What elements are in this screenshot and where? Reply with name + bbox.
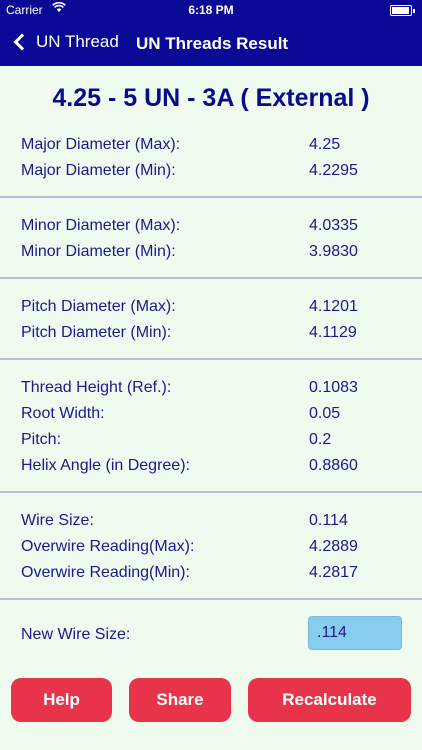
back-button-label: UN Thread [36, 32, 119, 51]
result-label: Minor Diameter (Min): [21, 243, 176, 260]
result-row-root-width: Root Width: 0.05 [21, 405, 411, 427]
result-row-major-max: Major Diameter (Max): 4.25 [21, 136, 411, 158]
thread-designation-heading: 4.25 - 5 UN - 3A ( External ) [52, 84, 370, 112]
result-label: Major Diameter (Max): [21, 136, 181, 153]
result-value: 4.1201 [309, 298, 358, 315]
result-value: 0.05 [309, 405, 341, 422]
status-bar: Carrier 6:18 PM [0, 0, 422, 22]
result-row-pitch: Pitch: 0.2 [21, 431, 411, 453]
battery-icon [390, 5, 415, 16]
back-button[interactable]: UN Thread [12, 32, 119, 52]
result-value: 0.2 [309, 431, 332, 448]
result-label: Pitch Diameter (Max): [21, 298, 176, 315]
result-value: 0.1083 [309, 379, 358, 396]
result-row-helix-angle: Helix Angle (in Degree): 0.8860 [21, 457, 411, 479]
result-value: 4.2295 [309, 162, 358, 179]
result-row-minor-min: Minor Diameter (Min): 3.9830 [21, 243, 411, 265]
nav-row: UN Thread UN Threads Result [0, 24, 422, 64]
result-row-overwire-max: Overwire Reading(Max): 4.2889 [21, 538, 411, 560]
navigation-bar: Carrier 6:18 PM UN Thread UN Threads Res… [0, 0, 422, 66]
result-label: Pitch Diameter (Min): [21, 324, 172, 341]
result-row-major-min: Major Diameter (Min): 4.2295 [21, 162, 411, 184]
result-value: 4.1129 [309, 324, 357, 341]
divider [0, 598, 422, 600]
result-row-minor-max: Minor Diameter (Max): 4.0335 [21, 217, 411, 239]
result-label: Thread Height (Ref.): [21, 379, 172, 396]
result-value: 4.2889 [309, 538, 358, 555]
result-label: Pitch: [21, 431, 62, 448]
result-row-pitch-min: Pitch Diameter (Min): 4.1129 [21, 324, 411, 346]
new-wire-size-input[interactable] [308, 616, 402, 650]
result-value: 0.8860 [309, 457, 358, 474]
divider [0, 196, 422, 198]
result-row-pitch-max: Pitch Diameter (Max): 4.1201 [21, 298, 411, 320]
result-label: Minor Diameter (Max): [21, 217, 181, 234]
result-label: Overwire Reading(Max): [21, 538, 195, 555]
nav-title: UN Threads Result [136, 34, 289, 53]
help-button[interactable]: Help [11, 678, 112, 722]
result-value: 3.9830 [309, 243, 358, 260]
chevron-left-icon [13, 33, 31, 51]
share-button[interactable]: Share [129, 678, 231, 722]
result-label: Wire Size: [21, 512, 94, 529]
result-value: 4.0335 [309, 217, 358, 234]
result-row-wire-size: Wire Size: 0.114 [21, 512, 411, 534]
status-time: 6:18 PM [188, 3, 234, 17]
result-row-thread-height: Thread Height (Ref.): 0.1083 [21, 379, 411, 401]
recalculate-button[interactable]: Recalculate [248, 678, 411, 722]
new-wire-size-label: New Wire Size: [21, 626, 131, 643]
result-label: Root Width: [21, 405, 105, 422]
result-value: 4.2817 [309, 564, 358, 581]
result-value: 4.25 [309, 136, 341, 153]
result-row-overwire-min: Overwire Reading(Min): 4.2817 [21, 564, 411, 586]
divider [0, 277, 422, 279]
result-label: Overwire Reading(Min): [21, 564, 190, 581]
divider [0, 358, 422, 360]
divider [0, 491, 422, 493]
result-label: Major Diameter (Min): [21, 162, 176, 179]
result-value: 0.114 [309, 512, 348, 529]
result-label: Helix Angle (in Degree): [21, 457, 190, 474]
